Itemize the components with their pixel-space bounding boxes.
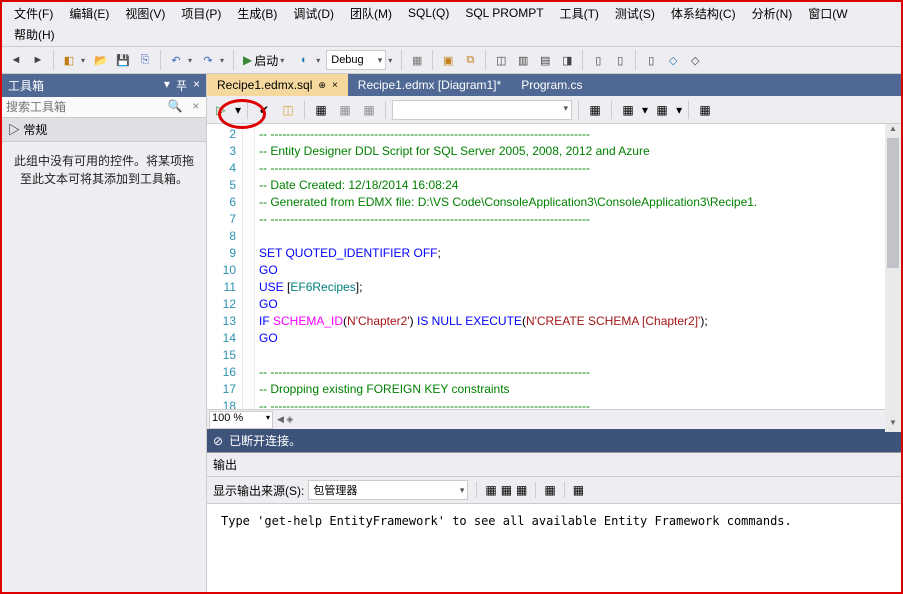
vertical-scrollbar[interactable]: ▲ ▼ [885,124,901,432]
tb-btn-2[interactable]: ▣ [438,50,458,70]
tb-btn-7[interactable]: ◨ [557,50,577,70]
search-input[interactable] [2,97,165,117]
output-from-label: 显示输出来源(S): [213,482,304,499]
out-btn-3[interactable]: ▦ [516,483,527,497]
back-button[interactable]: ◄ [6,50,26,70]
tb-btn-10[interactable]: ▯ [641,50,661,70]
sql-toolbar: ▷ ▾ ✔ ◫ ▦ ▦ ▦ ▦ ▦▾ ▦▾ ▦ [207,96,901,124]
editor-area: Recipe1.edmx.sql ⊕ × Recipe1.edmx [Diagr… [207,74,901,592]
sql-btn-6[interactable]: ▦ [652,100,672,120]
menu-window[interactable]: 窗口(W [800,5,855,22]
zoom-bar: 100 % ◀ ◈ [207,409,901,429]
tab-program-cs[interactable]: Program.cs [511,74,592,96]
out-btn-2[interactable]: ▦ [501,483,512,497]
connection-status: ⊘ 已断开连接。 [207,429,901,452]
tb-btn-4[interactable]: ◫ [491,50,511,70]
sql-btn-7[interactable]: ▦ [695,100,715,120]
out-btn-4[interactable]: ▦ [544,483,555,497]
sql-btn-2[interactable]: ▦ [335,100,355,120]
open-button[interactable]: 📂 [91,50,111,70]
menu-debug[interactable]: 调试(D) [285,5,342,22]
menu-team[interactable]: 团队(M) [342,5,400,22]
menu-arch[interactable]: 体系结构(C) [663,5,744,22]
menu-edit[interactable]: 编辑(E) [61,5,117,22]
sql-btn-5[interactable]: ▦ [618,100,638,120]
menu-analyze[interactable]: 分析(N) [744,5,801,22]
menu-view[interactable]: 视图(V) [117,5,173,22]
document-tabs: Recipe1.edmx.sql ⊕ × Recipe1.edmx [Diagr… [207,74,901,96]
tb-btn-12[interactable]: ◇ [685,50,705,70]
toolbox-search: 🔍 × [2,97,206,118]
output-toolbar: 显示输出来源(S): 包管理器 ▦ ▦ ▦ ▦ ▦ [207,477,901,504]
db-button[interactable]: ◫ [278,100,298,120]
check-button[interactable]: ✔ [254,100,274,120]
db-combo[interactable] [392,100,572,120]
config-combo[interactable]: Debug [326,50,386,70]
out-btn-1[interactable]: ▦ [485,483,496,497]
save-all-button[interactable]: ⎘ [135,50,155,70]
scroll-down-icon[interactable]: ▼ [885,418,901,432]
sql-btn-3[interactable]: ▦ [359,100,379,120]
menu-bar-2: 帮助(H) [2,24,901,46]
out-btn-5[interactable]: ▦ [573,483,584,497]
main-toolbar: ◄ ► ◧▾ 📂 💾 ⎘ ↶▾ ↷▾ ▶ 启动 ▾ ◐▾ Debug ▾ ▦ ▣… [2,46,901,74]
pin-icon[interactable]: ⊕ [318,80,326,91]
nav-icon[interactable]: ◀ ◈ [277,414,293,425]
menu-build[interactable]: 生成(B) [229,5,285,22]
menu-sql[interactable]: SQL(Q) [400,6,457,20]
menu-file[interactable]: 文件(F) [6,5,61,22]
toolbox-panel: 工具箱 ▾ 푸 × 🔍 × ▷ 常规 此组中没有可用的控件。将某项拖至此文本可将… [2,74,207,592]
browser-button[interactable]: ◐ [294,50,314,70]
tb-btn-11[interactable]: ◇ [663,50,683,70]
sql-btn-1[interactable]: ▦ [311,100,331,120]
start-debug-button[interactable]: ▶ 启动 ▾ [239,52,292,69]
start-label: 启动 [254,52,278,69]
code-editor[interactable]: 23456789101112131415161718 -- ----------… [207,124,901,409]
menu-tools[interactable]: 工具(T) [552,5,607,22]
dropdown-icon[interactable]: ▾ [164,77,170,94]
tb-btn-1[interactable]: ▦ [407,50,427,70]
scrollbar-thumb[interactable] [887,138,899,268]
tb-btn-3[interactable]: ⧉ [460,50,480,70]
output-source-combo[interactable]: 包管理器 [308,480,468,500]
menu-bar: 文件(F) 编辑(E) 视图(V) 项目(P) 生成(B) 调试(D) 团队(M… [2,2,901,24]
undo-button[interactable]: ↶ [166,50,186,70]
output-title: 输出 [207,452,901,477]
tb-btn-8[interactable]: ▯ [588,50,608,70]
disconnect-icon: ⊘ [213,434,223,448]
save-button[interactable]: 💾 [113,50,133,70]
fold-margin[interactable] [243,124,255,409]
zoom-combo[interactable]: 100 % [209,411,273,429]
menu-sqlprompt[interactable]: SQL PROMPT [457,6,551,20]
new-button[interactable]: ◧ [59,50,79,70]
menu-help[interactable]: 帮助(H) [6,28,63,42]
code-lines[interactable]: -- -------------------------------------… [255,124,901,409]
close-icon[interactable]: × [193,77,200,94]
redo-button[interactable]: ↷ [198,50,218,70]
line-gutter: 23456789101112131415161718 [207,124,243,409]
category-general[interactable]: ▷ 常规 [2,118,206,142]
output-panel: 输出 显示输出来源(S): 包管理器 ▦ ▦ ▦ ▦ ▦ Type 'get-h… [207,452,901,592]
forward-button[interactable]: ► [28,50,48,70]
output-body[interactable]: Type 'get-help EntityFramework' to see a… [207,504,901,592]
menu-project[interactable]: 项目(P) [173,5,229,22]
tab-recipe1-diagram[interactable]: Recipe1.edmx [Diagram1]* [348,74,511,96]
play-icon: ▶ [243,53,252,67]
scroll-up-icon[interactable]: ▲ [885,124,901,138]
toolbox-header: 工具箱 ▾ 푸 × [2,74,206,97]
execute-button[interactable]: ▷ [211,100,231,120]
status-text: 已断开连接。 [229,432,301,449]
pin-icon[interactable]: 푸 [176,77,187,94]
menu-test[interactable]: 测试(S) [607,5,663,22]
empty-message: 此组中没有可用的控件。将某项拖至此文本可将其添加到工具箱。 [2,142,206,198]
tb-btn-6[interactable]: ▤ [535,50,555,70]
sql-btn-4[interactable]: ▦ [585,100,605,120]
clear-icon[interactable]: × [186,97,207,117]
tb-btn-9[interactable]: ▯ [610,50,630,70]
tb-btn-5[interactable]: ▥ [513,50,533,70]
toolbox-title: 工具箱 [8,77,44,94]
close-icon[interactable]: × [332,80,338,91]
tab-recipe1-sql[interactable]: Recipe1.edmx.sql ⊕ × [207,74,348,96]
search-icon[interactable]: 🔍 [165,97,186,117]
